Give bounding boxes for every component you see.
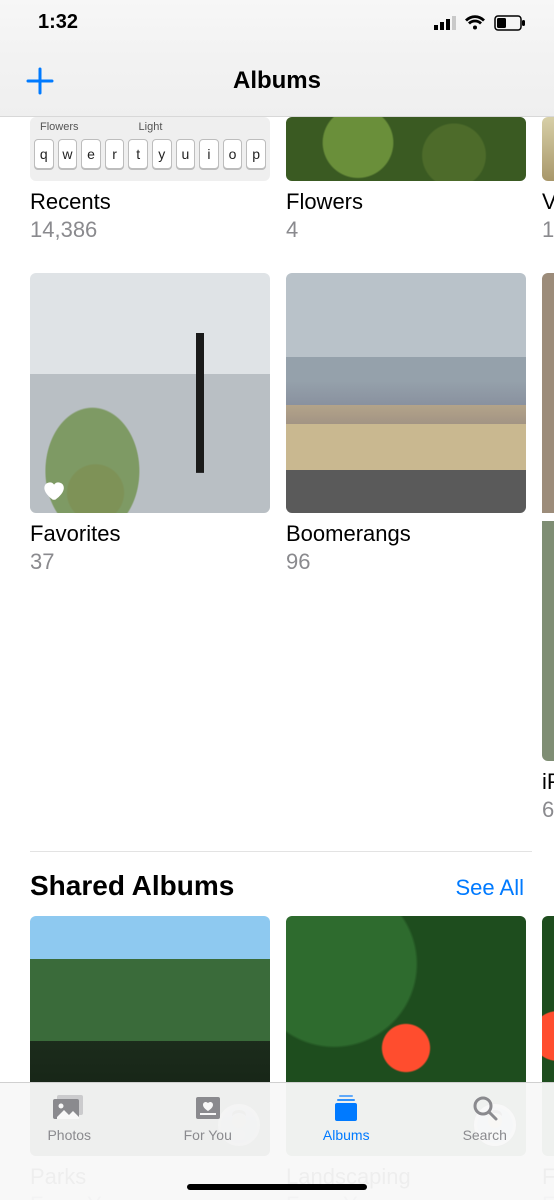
- album-title: Favorites: [30, 521, 270, 547]
- nav-title: Albums: [233, 67, 321, 95]
- album-boomerangs[interactable]: Boomerangs 96: [286, 273, 526, 823]
- shared-albums-header: Shared Albums See All: [0, 852, 554, 916]
- heart-icon: [40, 477, 66, 503]
- album-thumb: [542, 521, 554, 761]
- album-title: iP: [542, 769, 554, 795]
- for-you-icon: [190, 1093, 226, 1123]
- section-title: Shared Albums: [30, 870, 234, 902]
- album-recents[interactable]: Flowers Light qwertyuiop Recents 14,386: [30, 117, 270, 243]
- my-albums-row-2: Favorites 37 Boomerangs 96 iP 6: [0, 273, 554, 823]
- album-flowers[interactable]: Flowers 4: [286, 117, 526, 243]
- album-thumb: [542, 273, 554, 513]
- album-count: 37: [30, 549, 270, 575]
- my-albums-row-1: Flowers Light qwertyuiop Recents 14,386 F…: [0, 117, 554, 243]
- status-time: 1:32: [38, 11, 78, 34]
- content: Flowers Light qwertyuiop Recents 14,386 F…: [0, 117, 554, 1200]
- album-favorites[interactable]: Favorites 37: [30, 273, 270, 823]
- thumb-text: Light: [139, 121, 163, 133]
- tab-label: For You: [184, 1127, 232, 1143]
- nav-bar: Albums: [0, 46, 554, 117]
- tab-label: Albums: [323, 1127, 370, 1143]
- thumb-key: w: [58, 139, 78, 169]
- album-title: Flowers: [286, 189, 526, 215]
- thumb-key: r: [105, 139, 125, 169]
- search-icon: [467, 1093, 503, 1123]
- photos-icon: [51, 1093, 87, 1123]
- album-count: 1: [542, 217, 554, 243]
- tab-search[interactable]: Search: [425, 1093, 545, 1200]
- status-bar: 1:32: [0, 0, 554, 46]
- album-partial[interactable]: V 1: [542, 117, 554, 243]
- thumb-key: u: [176, 139, 196, 169]
- tab-label: Search: [463, 1127, 507, 1143]
- album-count: 14,386: [30, 217, 270, 243]
- thumb-key: q: [34, 139, 54, 169]
- see-all-button[interactable]: See All: [456, 875, 525, 901]
- album-thumb: [30, 273, 270, 513]
- thumb-text: Flowers: [40, 121, 79, 133]
- album-title: Boomerangs: [286, 521, 526, 547]
- album-count: 96: [286, 549, 526, 575]
- thumb-key: i: [199, 139, 219, 169]
- tab-bar: Photos For You Albums Search: [0, 1082, 554, 1200]
- plus-icon: [25, 66, 55, 96]
- cellular-icon: [434, 16, 456, 30]
- albums-icon: [328, 1093, 364, 1123]
- album-thumb: [286, 273, 526, 513]
- add-button[interactable]: [22, 63, 58, 99]
- thumb-key: y: [152, 139, 172, 169]
- album-thumb: [286, 117, 526, 181]
- album-count: 6: [542, 797, 554, 823]
- album-thumb: Flowers Light qwertyuiop: [30, 117, 270, 181]
- thumb-key: e: [81, 139, 101, 169]
- home-indicator[interactable]: [187, 1184, 367, 1190]
- album-thumb: [542, 117, 554, 181]
- wifi-icon: [464, 15, 486, 31]
- thumb-key: t: [128, 139, 148, 169]
- battery-icon: [494, 15, 526, 31]
- tab-label: Photos: [47, 1127, 91, 1143]
- album-title: Recents: [30, 189, 270, 215]
- tab-photos[interactable]: Photos: [9, 1093, 129, 1200]
- album-count: 4: [286, 217, 526, 243]
- thumb-key: o: [223, 139, 243, 169]
- album-title: V: [542, 189, 554, 215]
- thumb-key: p: [246, 139, 266, 169]
- status-indicators: [434, 15, 526, 31]
- album-partial[interactable]: iP 6: [542, 273, 554, 823]
